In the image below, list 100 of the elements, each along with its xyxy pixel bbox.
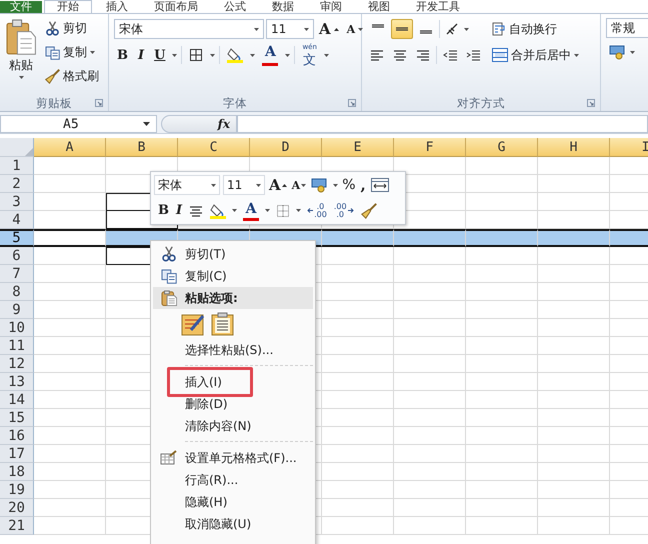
dropdown-arrow[interactable]	[210, 54, 216, 56]
ribbon-tab[interactable]: 开发工具	[404, 1, 472, 13]
row-header[interactable]: 14	[0, 391, 34, 409]
column-header[interactable]: H	[538, 138, 610, 157]
row-header[interactable]: 12	[0, 355, 34, 373]
copy-button[interactable]: 复制	[42, 42, 102, 63]
menu-item[interactable]: 取消隐藏(U)	[185, 516, 252, 532]
row-header[interactable]: 13	[0, 373, 34, 391]
formula-input[interactable]	[237, 115, 648, 133]
grow-font-button[interactable]: A	[316, 18, 342, 40]
row-header[interactable]: 7	[0, 265, 34, 283]
ribbon-tab[interactable]: 页面布局	[142, 1, 210, 13]
row-header[interactable]: 3	[0, 193, 34, 211]
shrink-font-button[interactable]: A	[290, 178, 308, 192]
column-header[interactable]: D	[250, 138, 322, 157]
dialog-launcher-icon[interactable]	[587, 99, 595, 107]
column-header[interactable]: F	[394, 138, 466, 157]
row-header[interactable]: 1	[0, 157, 34, 175]
italic-button[interactable]: I	[175, 203, 184, 218]
menu-item[interactable]: 选择性粘贴(S)...	[185, 342, 274, 358]
grid-cell[interactable]	[538, 229, 610, 247]
italic-button[interactable]: I	[135, 46, 148, 64]
row-header[interactable]: 5	[0, 229, 34, 247]
paste-button[interactable]: 粘贴	[2, 18, 40, 95]
ribbon-tab[interactable]: 公式	[212, 1, 258, 13]
shrink-font-button[interactable]: A	[344, 20, 366, 38]
row-header[interactable]: 20	[0, 499, 34, 517]
wrap-text-button[interactable]: 自动换行	[489, 18, 582, 40]
align-left-icon[interactable]	[370, 49, 384, 61]
format-painter-button[interactable]	[360, 202, 378, 219]
decrease-decimal-button[interactable]: .00 .0	[332, 202, 355, 219]
bold-button[interactable]: B	[114, 46, 131, 64]
ribbon-tab[interactable]: 视图	[356, 1, 402, 13]
font-color-button[interactable]: A	[242, 200, 260, 221]
row-header[interactable]: 9	[0, 301, 34, 319]
cut-button[interactable]: 剪切	[42, 18, 102, 39]
grid-cell[interactable]	[34, 229, 106, 247]
comma-button[interactable]: ,	[360, 176, 367, 194]
paste-option-icon[interactable]	[181, 312, 205, 336]
font-name-field[interactable]: 宋体	[154, 175, 220, 196]
increase-decimal-button[interactable]: .0 .00	[306, 202, 328, 219]
row-header[interactable]: 15	[0, 409, 34, 427]
font-color-button[interactable]: A	[259, 42, 282, 68]
row-header[interactable]: 8	[0, 283, 34, 301]
menu-item[interactable]: 设置单元格格式(F)...	[185, 450, 297, 466]
menu-item[interactable]: 插入(I)	[185, 374, 222, 390]
dropdown-arrow[interactable]	[172, 54, 178, 56]
column-header[interactable]: B	[106, 138, 178, 157]
dropdown-arrow[interactable]	[265, 209, 270, 212]
row-header[interactable]: 17	[0, 445, 34, 463]
dialog-launcher-icon[interactable]	[348, 99, 356, 107]
select-all-corner[interactable]	[0, 138, 34, 157]
menu-item[interactable]: 删除(D)	[185, 396, 228, 412]
underline-button[interactable]: U	[151, 46, 168, 64]
number-format-field[interactable]: 常规	[606, 18, 648, 38]
ribbon-tab[interactable]: 数据	[260, 1, 306, 13]
grid-cell[interactable]	[394, 229, 466, 247]
percent-button[interactable]: %	[341, 177, 356, 194]
row-header[interactable]: 6	[0, 247, 34, 265]
dialog-launcher-icon[interactable]	[95, 99, 103, 107]
dropdown-arrow[interactable]	[232, 209, 238, 212]
column-header[interactable]: C	[178, 138, 250, 157]
menu-item[interactable]: 行高(R)...	[185, 472, 238, 488]
align-right-icon[interactable]	[416, 49, 430, 61]
ribbon-tab[interactable]: 文件	[0, 1, 42, 13]
ribbon-tab[interactable]: 开始	[44, 0, 92, 13]
menu-item[interactable]: 清除内容(N)	[185, 418, 252, 434]
ribbon-tab[interactable]: 插入	[94, 1, 140, 13]
grid-cell[interactable]	[466, 229, 538, 247]
row-header[interactable]: 4	[0, 211, 34, 229]
dropdown-arrow[interactable]	[250, 54, 256, 56]
row-header[interactable]: 21	[0, 517, 34, 535]
menu-item[interactable]: 复制(C)	[185, 268, 227, 284]
merge-center-button[interactable]	[370, 178, 390, 192]
format-painter-button[interactable]: 格式刷	[42, 66, 102, 87]
ribbon-tab[interactable]: 审阅	[308, 1, 354, 13]
fill-color-button[interactable]	[209, 202, 228, 219]
bold-button[interactable]: B	[157, 203, 170, 218]
column-header[interactable]: I	[610, 138, 648, 157]
dropdown-arrow[interactable]	[324, 54, 329, 56]
menu-item[interactable]: 隐藏(H)	[185, 494, 228, 510]
vertical-align-button[interactable]	[391, 19, 413, 39]
row-header[interactable]: 19	[0, 481, 34, 499]
row-header[interactable]: 11	[0, 337, 34, 355]
font-name-field[interactable]: 宋体	[114, 19, 264, 39]
row-header[interactable]: 18	[0, 463, 34, 481]
menu-item[interactable]: 剪切(T)	[185, 246, 226, 262]
name-box[interactable]: A5	[0, 115, 157, 133]
dropdown-arrow[interactable]	[285, 54, 290, 56]
column-header[interactable]: A	[34, 138, 106, 157]
font-size-field[interactable]: 11	[223, 175, 265, 196]
row-header[interactable]: 2	[0, 175, 34, 193]
row-header[interactable]: 10	[0, 319, 34, 337]
grid-cell[interactable]	[322, 229, 394, 247]
row-header[interactable]: 16	[0, 427, 34, 445]
column-header[interactable]: E	[322, 138, 394, 157]
paste-option-icon[interactable]	[211, 312, 235, 336]
column-header[interactable]: G	[466, 138, 538, 157]
grow-font-button[interactable]: A	[268, 176, 288, 194]
dropdown-arrow[interactable]	[464, 28, 469, 30]
